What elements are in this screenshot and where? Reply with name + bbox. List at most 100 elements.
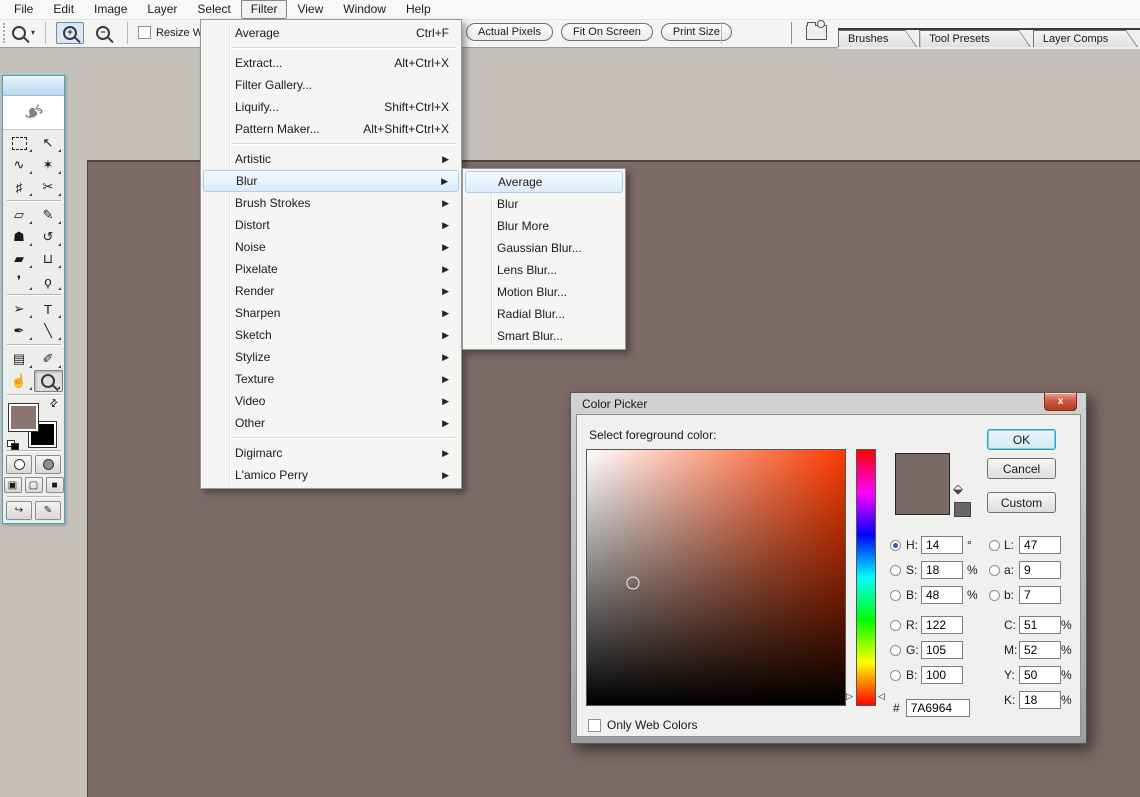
zoom-out-button[interactable]: − bbox=[89, 22, 117, 44]
history-brush-tool[interactable]: ↺ bbox=[34, 226, 63, 248]
filter-menu-item-extract[interactable]: Extract... Alt+Ctrl+X bbox=[203, 52, 459, 74]
line-tool[interactable]: ╲ bbox=[34, 320, 63, 342]
menubar-item-filter[interactable]: Filter bbox=[240, 0, 288, 19]
chevron-down-icon[interactable]: ▾ bbox=[31, 28, 35, 37]
filter-menu-item-video[interactable]: Video ▶ bbox=[203, 390, 459, 412]
cmyk-y-input[interactable] bbox=[1019, 666, 1061, 684]
close-button[interactable]: x bbox=[1044, 393, 1077, 411]
blur-submenu-item-motion-blur[interactable]: Motion Blur... bbox=[465, 281, 623, 303]
foreground-color-chip[interactable] bbox=[7, 403, 39, 432]
menubar-item-window[interactable]: Window bbox=[333, 0, 396, 19]
menubar-item-file[interactable]: File bbox=[4, 0, 43, 19]
dialog-titlebar[interactable]: Color Picker bbox=[576, 394, 1081, 414]
filter-menu-item-blur[interactable]: Blur ▶ bbox=[203, 170, 459, 192]
healing-brush-tool[interactable]: ▱ bbox=[5, 204, 34, 226]
menubar-item-image[interactable]: Image bbox=[84, 0, 137, 19]
menubar-item-layer[interactable]: Layer bbox=[137, 0, 187, 19]
hand-tool[interactable]: ☝ bbox=[5, 370, 34, 392]
filter-menu-item-render[interactable]: Render ▶ bbox=[203, 280, 459, 302]
type-tool[interactable]: T bbox=[34, 298, 63, 320]
toolbox-titlebar[interactable] bbox=[3, 76, 64, 96]
brush-tool[interactable]: ✎ bbox=[34, 204, 63, 226]
filter-menu-item-liquify[interactable]: Liquify... Shift+Ctrl+X bbox=[203, 96, 459, 118]
fullscreen-menubar-mode-button[interactable]: ▢ bbox=[24, 477, 43, 493]
filter-menu-item-sketch[interactable]: Sketch ▶ bbox=[203, 324, 459, 346]
standard-screen-mode-button[interactable]: ▣ bbox=[3, 477, 22, 493]
lab-b-input[interactable] bbox=[1019, 586, 1061, 604]
fullscreen-mode-button[interactable]: ■ bbox=[45, 477, 64, 493]
menubar-item-help[interactable]: Help bbox=[396, 0, 441, 19]
standard-mode-button[interactable] bbox=[6, 455, 32, 474]
lab-a-input[interactable] bbox=[1019, 561, 1061, 579]
palette-tab-tool-presets[interactable]: Tool Presets bbox=[919, 30, 1031, 47]
eyedropper-tool[interactable]: ✐ bbox=[34, 348, 63, 370]
magic-wand-tool[interactable]: ✶ bbox=[34, 154, 63, 176]
pen-tool[interactable]: ✒ bbox=[5, 320, 34, 342]
filter-menu-item-average[interactable]: Average Ctrl+F bbox=[203, 22, 459, 44]
slice-tool[interactable]: ✂ bbox=[34, 176, 63, 198]
notes-tool[interactable]: ▤ bbox=[5, 348, 34, 370]
palette-tab-layer-comps[interactable]: Layer Comps bbox=[1033, 30, 1138, 47]
filter-menu-item-brush-strokes[interactable]: Brush Strokes ▶ bbox=[203, 192, 459, 214]
blur-submenu-item-radial-blur[interactable]: Radial Blur... bbox=[465, 303, 623, 325]
filter-menu-item-filter-gallery[interactable]: Filter Gallery... bbox=[203, 74, 459, 96]
resize-window-checkbox[interactable] bbox=[138, 26, 152, 39]
lab-l-input[interactable] bbox=[1019, 536, 1061, 554]
filter-menu-item-distort[interactable]: Distort ▶ bbox=[203, 214, 459, 236]
blur-submenu-item-gaussian-blur[interactable]: Gaussian Blur... bbox=[465, 237, 623, 259]
cmyk-c-input[interactable] bbox=[1019, 616, 1061, 634]
file-browser-icon[interactable] bbox=[806, 20, 827, 40]
zoom-tool[interactable] bbox=[33, 370, 63, 392]
lab-b-radio[interactable] bbox=[989, 589, 1000, 601]
blur-submenu-item-lens-blur[interactable]: Lens Blur... bbox=[465, 259, 623, 281]
filter-menu-item-pixelate[interactable]: Pixelate ▶ bbox=[203, 258, 459, 280]
clone-stamp-tool[interactable]: ☗ bbox=[5, 226, 34, 248]
fit-on-screen-button[interactable]: Fit On Screen bbox=[560, 23, 653, 41]
filter-menu-item-other[interactable]: Other ▶ bbox=[203, 412, 459, 434]
zoom-in-button[interactable]: + bbox=[56, 21, 85, 44]
default-colors-icon[interactable] bbox=[6, 440, 19, 450]
quick-mask-mode-button[interactable] bbox=[35, 455, 61, 474]
filter-menu-item-noise[interactable]: Noise ▶ bbox=[203, 236, 459, 258]
blur-submenu-item-blur[interactable]: Blur bbox=[465, 193, 623, 215]
menubar-item-view[interactable]: View bbox=[287, 0, 333, 19]
crop-tool[interactable]: ♯ bbox=[5, 176, 34, 198]
filter-menu-item-artistic[interactable]: Artistic ▶ bbox=[203, 148, 459, 170]
cmyk-m-input[interactable] bbox=[1019, 641, 1061, 659]
gamut-cube-icon[interactable]: ⬙ bbox=[953, 481, 963, 497]
move-tool[interactable]: ↖ bbox=[34, 132, 63, 154]
swap-colors-icon[interactable]: ⇄ bbox=[47, 397, 61, 411]
filter-menu-item-sharpen[interactable]: Sharpen ▶ bbox=[203, 302, 459, 324]
eraser-tool[interactable]: ▰ bbox=[5, 248, 34, 270]
blur-submenu-item-smart-blur[interactable]: Smart Blur... bbox=[465, 325, 623, 347]
menubar-item-edit[interactable]: Edit bbox=[43, 0, 84, 19]
path-selection-tool[interactable]: ➢ bbox=[5, 298, 34, 320]
menubar-item-select[interactable]: Select bbox=[187, 0, 240, 19]
jump-to-imageready-button[interactable]: ↪ bbox=[6, 501, 32, 520]
lasso-tool[interactable]: ∿ bbox=[5, 154, 34, 176]
filter-menu-item-l-amico-perry[interactable]: L'amico Perry ▶ bbox=[203, 464, 459, 486]
edit-in-imageready-button[interactable]: ✎ bbox=[35, 501, 61, 520]
blur-submenu-item-average[interactable]: Average bbox=[465, 171, 623, 193]
websafe-color-swatch[interactable] bbox=[954, 502, 971, 517]
filter-menu-item-digimarc[interactable]: Digimarc ▶ bbox=[203, 442, 459, 464]
cmyk-k-input[interactable] bbox=[1019, 691, 1061, 709]
hex-input[interactable] bbox=[905, 699, 970, 717]
lab-a-radio[interactable] bbox=[989, 564, 1000, 576]
lab-l-radio[interactable] bbox=[989, 539, 1000, 551]
rectangular-marquee-tool[interactable] bbox=[5, 132, 34, 154]
palette-tab-brushes[interactable]: Brushes bbox=[838, 30, 917, 47]
filter-menu-item-pattern-maker[interactable]: Pattern Maker... Alt+Shift+Ctrl+X bbox=[203, 118, 459, 140]
cancel-button[interactable]: Cancel bbox=[987, 458, 1056, 479]
ok-button[interactable]: OK bbox=[987, 429, 1056, 450]
blur-submenu-item-blur-more[interactable]: Blur More bbox=[465, 215, 623, 237]
filter-menu-item-texture[interactable]: Texture ▶ bbox=[203, 368, 459, 390]
paint-bucket-tool[interactable]: ⊔ bbox=[34, 248, 63, 270]
options-bar-grip[interactable] bbox=[3, 23, 8, 43]
custom-button[interactable]: Custom bbox=[987, 492, 1056, 513]
actual-pixels-button[interactable]: Actual Pixels bbox=[466, 23, 553, 41]
dodge-tool[interactable]: ϙ bbox=[34, 270, 63, 292]
blur-tool[interactable]: ❜ bbox=[5, 270, 34, 292]
only-web-colors-checkbox[interactable] bbox=[588, 718, 601, 732]
filter-menu-item-stylize[interactable]: Stylize ▶ bbox=[203, 346, 459, 368]
